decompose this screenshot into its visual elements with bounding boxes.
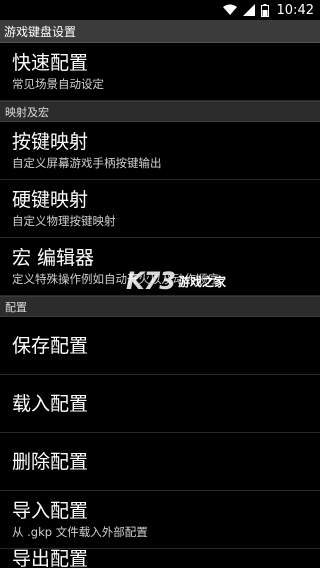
section-header-config: 配置: [0, 296, 320, 317]
item-subtitle: 常见场景自动设定: [12, 77, 104, 91]
list-item-macro-editor[interactable]: 宏 编辑器 定义特殊操作例如自动开火以及动作顺序: [0, 238, 320, 296]
item-title: 载入配置: [12, 392, 89, 415]
item-title: 保存配置: [12, 334, 89, 357]
item-subtitle: 定义特殊操作例如自动开火以及动作顺序: [12, 272, 219, 286]
list-item-load-config[interactable]: 载入配置: [0, 375, 320, 433]
item-title: 导入配置: [12, 500, 89, 522]
status-bar: 10:42: [0, 0, 320, 20]
item-title: 硬键映射: [12, 189, 89, 211]
status-icons: [222, 3, 269, 17]
item-subtitle: 从 .gkp 文件载入外部配置: [12, 525, 148, 539]
app-title: 游戏键盘设置: [4, 24, 77, 39]
item-subtitle: 自定义物理按键映射: [12, 214, 116, 228]
signal-icon: [242, 4, 255, 16]
battery-icon: [260, 3, 269, 17]
item-title: 宏 编辑器: [12, 247, 95, 269]
wifi-icon: [222, 4, 237, 15]
list-item-quick-config[interactable]: 快速配置 常见场景自动设定: [0, 43, 320, 101]
list-item-key-mapping[interactable]: 按键映射 自定义屏幕游戏手柄按键输出: [0, 122, 320, 180]
list-item-delete-config[interactable]: 删除配置: [0, 433, 320, 491]
item-title: 导出配置: [12, 549, 89, 567]
section-header-mapping: 映射及宏: [0, 101, 320, 122]
item-title: 删除配置: [12, 450, 89, 473]
list-item-import-config[interactable]: 导入配置 从 .gkp 文件载入外部配置: [0, 491, 320, 549]
item-subtitle: 自定义屏幕游戏手柄按键输出: [12, 156, 162, 170]
status-time: 10:42: [276, 2, 314, 18]
item-title: 快速配置: [12, 52, 89, 74]
list-item-save-config[interactable]: 保存配置: [0, 317, 320, 375]
list-item-export-config[interactable]: 导出配置: [0, 549, 320, 567]
list-item-hardkey-mapping[interactable]: 硬键映射 自定义物理按键映射: [0, 180, 320, 238]
app-title-bar: 游戏键盘设置: [0, 20, 320, 43]
item-title: 按键映射: [12, 131, 89, 153]
